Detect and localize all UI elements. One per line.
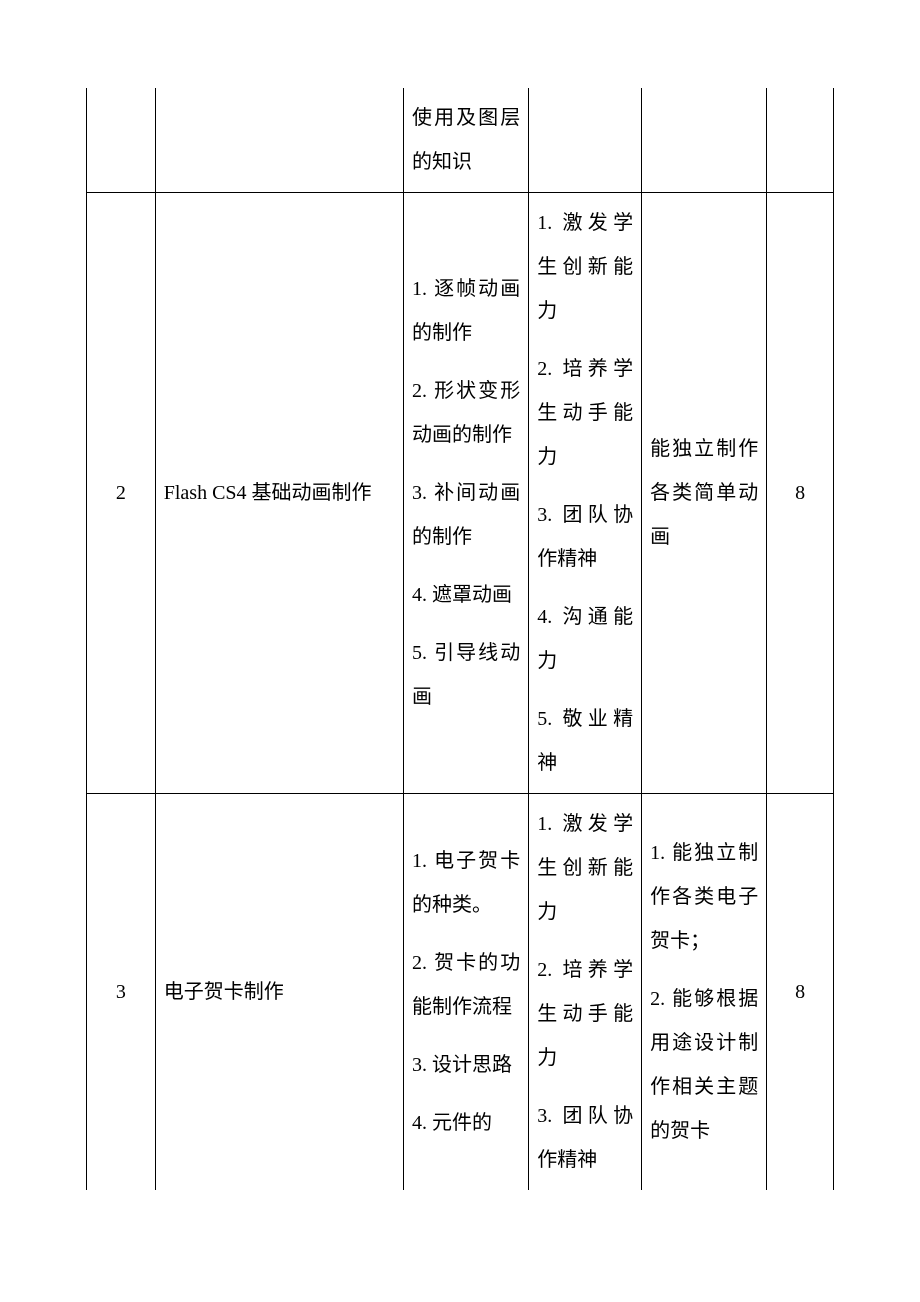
cell-index xyxy=(87,88,156,193)
list-item: 2. 贺卡的功能制作流程 xyxy=(412,941,520,1029)
list-item: 4. 元件的 xyxy=(412,1101,520,1145)
cell-ability: 1. 激发学生创新能力 2. 培养学生动手能力 3. 团队协作精神 4. 沟通能… xyxy=(529,193,642,794)
table-row: 使用及图层的知识 xyxy=(87,88,834,193)
list-item: 4. 沟通能力 xyxy=(537,595,633,683)
cell-hours: 8 xyxy=(767,193,834,794)
list-item: 2. 形状变形动画的制作 xyxy=(412,369,520,457)
cell-title: Flash CS4 基础动画制作 xyxy=(155,193,403,794)
table-row: 2 Flash CS4 基础动画制作 1. 逐帧动画的制作 2. 形状变形动画的… xyxy=(87,193,834,794)
cell-knowledge: 1. 逐帧动画的制作 2. 形状变形动画的制作 3. 补间动画的制作 4. 遮罩… xyxy=(404,193,529,794)
cell-index: 2 xyxy=(87,193,156,794)
list-item: 1. 激发学生创新能力 xyxy=(537,201,633,333)
cell-ability: 1. 激发学生创新能力 2. 培养学生动手能力 3. 团队协作精神 xyxy=(529,794,642,1191)
list-item: 2. 培养学生动手能力 xyxy=(537,948,633,1080)
list-item: 3. 设计思路 xyxy=(412,1043,520,1087)
list-item: 4. 遮罩动画 xyxy=(412,573,520,617)
list-item: 2. 能够根据用途设计制作相关主题的贺卡 xyxy=(650,977,758,1153)
cell-skill: 1. 能独立制作各类电子贺卡； 2. 能够根据用途设计制作相关主题的贺卡 xyxy=(642,794,767,1191)
document-page: 使用及图层的知识 2 Flash CS4 基础动画制作 1. 逐帧动画的制作 2… xyxy=(0,0,920,1302)
list-item: 3. 团队协作精神 xyxy=(537,493,633,581)
list-item: 1. 激发学生创新能力 xyxy=(537,802,633,934)
list-item: 3. 团队协作精神 xyxy=(537,1094,633,1182)
list-item: 5. 敬业精神 xyxy=(537,697,633,785)
list-item: 1. 逐帧动画的制作 xyxy=(412,267,520,355)
cell-knowledge: 1. 电子贺卡的种类。 2. 贺卡的功能制作流程 3. 设计思路 4. 元件的 xyxy=(404,794,529,1191)
list-item: 2. 培养学生动手能力 xyxy=(537,347,633,479)
list-item: 1. 电子贺卡的种类。 xyxy=(412,839,520,927)
cell-skill xyxy=(642,88,767,193)
cell-hours xyxy=(767,88,834,193)
list-item: 5. 引导线动画 xyxy=(412,631,520,719)
cell-knowledge: 使用及图层的知识 xyxy=(404,88,529,193)
cell-title: 电子贺卡制作 xyxy=(155,794,403,1191)
table-row: 3 电子贺卡制作 1. 电子贺卡的种类。 2. 贺卡的功能制作流程 3. 设计思… xyxy=(87,794,834,1191)
list-item: 3. 补间动画的制作 xyxy=(412,471,520,559)
cell-title xyxy=(155,88,403,193)
list-item: 1. 能独立制作各类电子贺卡； xyxy=(650,831,758,963)
cell-hours: 8 xyxy=(767,794,834,1191)
cell-skill: 能独立制作各类简单动画 xyxy=(642,193,767,794)
cell-ability xyxy=(529,88,642,193)
syllabus-table: 使用及图层的知识 2 Flash CS4 基础动画制作 1. 逐帧动画的制作 2… xyxy=(86,88,834,1190)
cell-index: 3 xyxy=(87,794,156,1191)
